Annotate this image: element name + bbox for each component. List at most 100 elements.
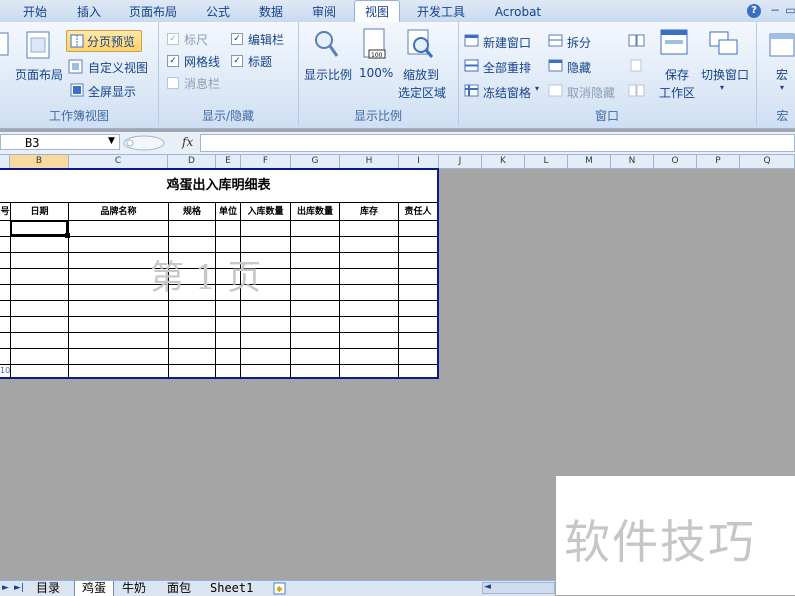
tab-review[interactable]: 审阅: [311, 3, 337, 21]
switch-windows-dropdown-icon[interactable]: ▾: [720, 83, 724, 92]
name-box[interactable]: B3: [0, 134, 120, 150]
page-layout-icon[interactable]: [24, 30, 52, 60]
tab-acrobat[interactable]: Acrobat: [494, 3, 542, 21]
macros-label[interactable]: 宏: [776, 66, 788, 83]
page-layout-label[interactable]: 页面布局: [15, 66, 63, 83]
split-label[interactable]: 拆分: [567, 34, 591, 51]
full-screen-label[interactable]: 全屏显示: [88, 83, 136, 100]
formula-input[interactable]: [200, 134, 795, 152]
full-screen-icon[interactable]: [70, 83, 84, 97]
magnifier-icon[interactable]: [312, 28, 340, 60]
fill-handle[interactable]: [65, 233, 70, 238]
freeze-panes-label[interactable]: 冻结窗格: [483, 84, 531, 101]
sheet-tab-sheet1[interactable]: Sheet1: [210, 581, 253, 595]
column-header-f[interactable]: F: [241, 155, 291, 168]
reset-window-position-icon[interactable]: [628, 84, 646, 98]
new-window-icon[interactable]: [464, 34, 480, 48]
save-workspace-label-1[interactable]: 保存: [665, 66, 689, 83]
sheet-tab-bread[interactable]: 面包: [167, 581, 191, 595]
zoom-100-label[interactable]: 100%: [359, 66, 393, 80]
insert-function-icon[interactable]: fx: [182, 135, 193, 149]
column-header-l[interactable]: L: [525, 155, 568, 168]
column-header-o[interactable]: O: [654, 155, 697, 168]
formula-bar-checkbox[interactable]: ✓: [231, 33, 243, 45]
column-header-e[interactable]: E: [216, 155, 241, 168]
switch-windows-icon[interactable]: [708, 30, 740, 58]
unhide-label[interactable]: 取消隐藏: [567, 84, 615, 101]
header-cell-owner[interactable]: 责任人: [399, 204, 437, 220]
zoom-selection-icon[interactable]: [405, 28, 435, 60]
formula-bar-divider-icon[interactable]: [122, 135, 166, 151]
synchronous-scroll-icon[interactable]: [628, 59, 646, 73]
ruler-checkbox[interactable]: ✓: [167, 33, 179, 45]
column-header-b[interactable]: B: [10, 155, 69, 168]
selected-cell-b3[interactable]: [10, 220, 68, 236]
arrange-all-label[interactable]: 全部重排: [483, 59, 531, 76]
tab-home[interactable]: 开始: [22, 3, 48, 21]
help-icon[interactable]: ?: [747, 4, 761, 18]
sheet-nav-last-icon[interactable]: ►|: [14, 581, 24, 595]
tab-view[interactable]: 视图: [354, 0, 400, 23]
normal-view-icon[interactable]: [0, 32, 10, 58]
sheet-tab-catalog[interactable]: 目录: [36, 581, 60, 595]
column-header-h[interactable]: H: [340, 155, 399, 168]
minimize-ribbon-icon[interactable]: −: [770, 3, 780, 17]
page-break-preview-button[interactable]: 分页预览: [66, 30, 142, 52]
hide-label[interactable]: 隐藏: [567, 59, 591, 76]
macros-icon[interactable]: [768, 32, 795, 60]
sheet-tab-milk[interactable]: 牛奶: [122, 581, 146, 595]
scroll-left-icon[interactable]: ◄: [484, 582, 491, 592]
view-side-by-side-icon[interactable]: [628, 34, 646, 48]
header-cell-date[interactable]: 日期: [11, 204, 68, 220]
save-workspace-label-2[interactable]: 工作区: [659, 84, 695, 101]
horizontal-scrollbar[interactable]: [482, 582, 555, 594]
column-header-c[interactable]: C: [69, 155, 168, 168]
column-header-d[interactable]: D: [168, 155, 216, 168]
header-cell-out-qty[interactable]: 出库数量: [291, 204, 339, 220]
freeze-panes-dropdown-icon[interactable]: ▾: [535, 84, 539, 93]
tab-data[interactable]: 数据: [258, 3, 284, 21]
header-cell-unit[interactable]: 单位: [216, 204, 240, 220]
header-cell-spec[interactable]: 规格: [169, 204, 215, 220]
column-header-q[interactable]: Q: [740, 155, 795, 168]
headings-checkbox[interactable]: ✓: [231, 55, 243, 67]
zoom-selection-label-2[interactable]: 选定区域: [398, 84, 446, 101]
zoom-selection-label-1[interactable]: 缩放到: [403, 66, 439, 83]
column-header-m[interactable]: M: [568, 155, 611, 168]
tab-insert[interactable]: 插入: [76, 3, 102, 21]
gridlines-checkbox[interactable]: ✓: [167, 55, 179, 67]
tab-developer[interactable]: 开发工具: [416, 3, 466, 21]
split-icon[interactable]: [548, 34, 564, 48]
zoom-label[interactable]: 显示比例: [304, 66, 352, 83]
message-bar-checkbox[interactable]: [167, 77, 179, 89]
column-header-a[interactable]: [0, 155, 10, 168]
column-header-p[interactable]: P: [697, 155, 740, 168]
hide-window-icon[interactable]: [548, 59, 564, 73]
name-box-dropdown-icon[interactable]: ▼: [108, 136, 115, 146]
column-header-j[interactable]: J: [439, 155, 482, 168]
custom-views-icon[interactable]: [68, 59, 84, 75]
header-cell-number[interactable]: 号: [0, 204, 10, 220]
column-header-n[interactable]: N: [611, 155, 654, 168]
zoom-100-icon[interactable]: 100: [361, 28, 389, 62]
column-header-g[interactable]: G: [291, 155, 340, 168]
freeze-panes-icon[interactable]: [464, 84, 480, 98]
switch-windows-label[interactable]: 切换窗口: [701, 66, 749, 83]
save-workspace-icon[interactable]: [659, 28, 691, 58]
header-cell-brand[interactable]: 品牌名称: [69, 204, 168, 220]
custom-views-label[interactable]: 自定义视图: [88, 59, 148, 76]
macros-dropdown-icon[interactable]: ▾: [780, 83, 784, 92]
new-window-label[interactable]: 新建窗口: [483, 34, 531, 51]
insert-sheet-icon[interactable]: ✱: [272, 582, 288, 595]
arrange-all-icon[interactable]: [464, 59, 480, 73]
sheet-nav-next-icon[interactable]: ►: [2, 581, 9, 595]
sheet-tab-eggs[interactable]: 鸡蛋: [74, 581, 114, 596]
header-cell-in-qty[interactable]: 入库数量: [241, 204, 290, 220]
restore-window-icon[interactable]: ▭: [785, 3, 795, 17]
tab-formulas[interactable]: 公式: [205, 3, 231, 21]
unhide-window-icon[interactable]: [548, 84, 564, 98]
column-header-i[interactable]: I: [399, 155, 439, 168]
header-cell-stock[interactable]: 库存: [340, 204, 398, 220]
column-header-k[interactable]: K: [482, 155, 525, 168]
tab-page-layout[interactable]: 页面布局: [128, 3, 178, 21]
